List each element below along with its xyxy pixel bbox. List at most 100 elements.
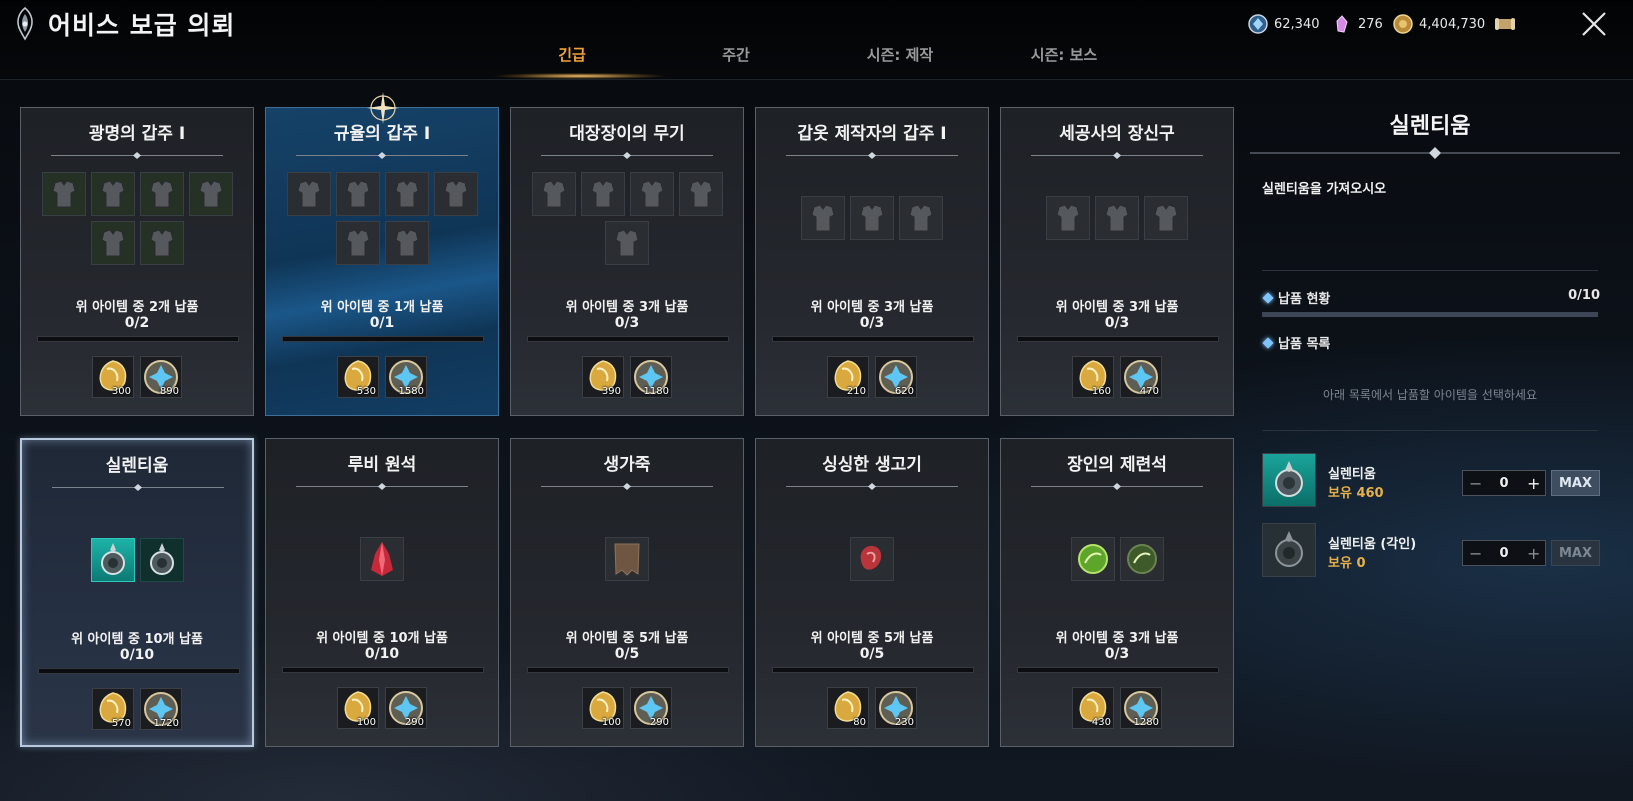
requested-item-slot[interactable]	[360, 537, 404, 581]
tab-weekly[interactable]: 주간	[654, 44, 818, 65]
request-card[interactable]: 세공사의 장신구 위 아이템 중 3개 납품 0/3 160 470	[1000, 107, 1234, 416]
gold-reward-slot[interactable]: 80	[827, 687, 869, 729]
max-button[interactable]: MAX	[1551, 540, 1600, 566]
gold-reward-slot[interactable]: 570	[92, 688, 134, 730]
reward-count: 390	[601, 386, 621, 397]
max-button[interactable]: MAX	[1551, 470, 1600, 496]
requested-item-slot[interactable]	[90, 172, 135, 216]
decrease-button[interactable]: −	[1469, 544, 1482, 563]
requested-item-slot[interactable]	[139, 538, 184, 582]
requested-item-slot[interactable]	[286, 172, 331, 216]
blue-gem-reward-slot[interactable]: 890	[140, 356, 182, 398]
gold-reward-slot[interactable]: 300	[92, 356, 134, 398]
reward-count: 1720	[153, 718, 179, 729]
requested-item-slot[interactable]	[433, 172, 478, 216]
request-card[interactable]: 규율의 갑주 Ⅰ위 아이템 중 1개 납품 0/1 530 1580	[265, 107, 499, 416]
blue-gem-reward-slot[interactable]: 1180	[630, 356, 672, 398]
requested-item-slot[interactable]	[850, 537, 894, 581]
header-bar: 어비스 보급 의뢰 긴급 주간 시즌: 제작 시즌: 보스 62,340 276…	[0, 0, 1633, 80]
delivery-requirement: 위 아이템 중 3개 납품	[1055, 631, 1179, 646]
pink-crystal-icon	[1336, 15, 1348, 33]
requested-item-slot[interactable]	[384, 172, 429, 216]
requested-item-slot[interactable]	[1046, 196, 1090, 240]
requested-item-slot[interactable]	[90, 221, 135, 265]
reward-count: 430	[1091, 717, 1111, 728]
request-card[interactable]: 광명의 갑주 Ⅰ 위 아이템 중 2개 납품 0/2 300 890	[20, 107, 254, 416]
requested-item-slot[interactable]	[629, 172, 674, 216]
request-card[interactable]: 실렌티움 위 아이템 중 10개 납품 0/10 570 1720	[20, 438, 254, 747]
gold-reward-slot[interactable]: 390	[582, 356, 624, 398]
requested-item-slot[interactable]	[1070, 537, 1115, 581]
blue-gem-reward-slot[interactable]: 290	[630, 687, 672, 729]
gold-reward-slot[interactable]: 430	[1072, 687, 1114, 729]
requested-item-slot[interactable]	[335, 172, 380, 216]
gold-reward-slot[interactable]: 160	[1072, 356, 1114, 398]
requested-item-slot[interactable]	[605, 221, 649, 265]
requested-item-slot[interactable]	[531, 172, 576, 216]
requested-item-slot[interactable]	[899, 196, 943, 240]
blue-gem-reward-slot[interactable]: 620	[875, 356, 917, 398]
delivery-progress: 0/3	[614, 315, 640, 331]
abyss-emblem-icon	[17, 6, 33, 41]
request-card[interactable]: 싱싱한 생고기 위 아이템 중 5개 납품 0/5 80 230	[755, 438, 989, 747]
requested-item-slot[interactable]	[801, 196, 845, 240]
reward-count: 290	[649, 717, 669, 728]
currency-pink-crystal: 276	[1332, 14, 1383, 34]
blue-gem-reward-slot[interactable]: 470	[1120, 356, 1162, 398]
card-divider	[296, 152, 468, 159]
requested-item-slot[interactable]	[1119, 537, 1164, 581]
close-icon[interactable]	[1580, 10, 1608, 38]
requested-item-slot[interactable]	[850, 196, 894, 240]
blue-gem-reward-slot[interactable]: 230	[875, 687, 917, 729]
gold-reward-slot[interactable]: 210	[827, 356, 869, 398]
increase-button[interactable]: +	[1527, 544, 1540, 563]
increase-button[interactable]: +	[1527, 474, 1540, 493]
request-card[interactable]: 루비 원석 위 아이템 중 10개 납품 0/10 100 290	[265, 438, 499, 747]
requested-item-slot[interactable]	[605, 537, 649, 581]
delivery-progress: 0/2	[124, 315, 150, 331]
requested-item-slot[interactable]	[188, 172, 233, 216]
title-area: 어비스 보급 의뢰	[10, 6, 235, 42]
material-row[interactable]: 실렌티움 (각인) 보유 0 − 0 + MAX	[1262, 523, 1602, 579]
request-card[interactable]: 장인의 제련석 위 아이템 중 3개 납품 0/3 430 1280	[1000, 438, 1234, 747]
selection-marker-icon	[365, 90, 401, 126]
request-card[interactable]: 갑옷 제작자의 갑주 Ⅰ 위 아이템 중 3개 납품 0/3 210 620	[755, 107, 989, 416]
item-slots	[511, 537, 743, 581]
tab-urgent[interactable]: 긴급	[490, 44, 654, 65]
request-card[interactable]: 생가죽 위 아이템 중 5개 납품 0/5 100 290	[510, 438, 744, 747]
blue-gem-coin-icon	[1248, 14, 1268, 34]
requested-item-slot[interactable]	[1095, 196, 1139, 240]
blue-gem-reward-slot[interactable]: 1720	[140, 688, 182, 730]
blue-gem-reward-slot[interactable]: 1280	[1120, 687, 1162, 729]
requested-item-slot[interactable]	[139, 221, 184, 265]
requested-item-slot[interactable]	[678, 172, 723, 216]
requested-item-slot[interactable]	[139, 172, 184, 216]
delivery-requirement: 위 아이템 중 5개 납품	[565, 631, 689, 646]
requested-item-slot[interactable]	[335, 221, 380, 265]
requested-item-slot[interactable]	[41, 172, 86, 216]
item-slots	[21, 172, 253, 265]
material-row[interactable]: 실렌티움 보유 460 − 0 + MAX	[1262, 453, 1602, 509]
gold-reward-slot[interactable]: 100	[337, 687, 379, 729]
item-slots	[1001, 537, 1233, 581]
decrease-button[interactable]: −	[1469, 474, 1482, 493]
scroll-icon[interactable]	[1494, 14, 1516, 34]
tab-season-craft[interactable]: 시즌: 제작	[818, 44, 982, 65]
requested-item-slot[interactable]	[90, 538, 135, 582]
requested-item-slot[interactable]	[580, 172, 625, 216]
delivery-status-text: 납품 현황	[1278, 292, 1331, 307]
quantity-value[interactable]: 0	[1499, 546, 1508, 561]
blue-gem-reward-slot[interactable]: 1580	[385, 356, 427, 398]
requested-item-slot[interactable]	[1144, 196, 1188, 240]
reward-count: 1580	[398, 386, 424, 397]
tab-season-boss[interactable]: 시즌: 보스	[982, 44, 1146, 65]
delivery-status-bar	[1262, 312, 1598, 317]
tab-bar: 긴급 주간 시즌: 제작 시즌: 보스	[490, 44, 1146, 65]
gold-reward-slot[interactable]: 100	[582, 687, 624, 729]
request-card[interactable]: 대장장이의 무기 위 아이템 중 3개 납품 0/3 390 1180	[510, 107, 744, 416]
blue-gem-reward-slot[interactable]: 290	[385, 687, 427, 729]
gold-reward-slot[interactable]: 530	[337, 356, 379, 398]
delivery-requirement: 위 아이템 중 1개 납품	[320, 300, 444, 315]
requested-item-slot[interactable]	[384, 221, 429, 265]
quantity-value[interactable]: 0	[1499, 476, 1508, 491]
